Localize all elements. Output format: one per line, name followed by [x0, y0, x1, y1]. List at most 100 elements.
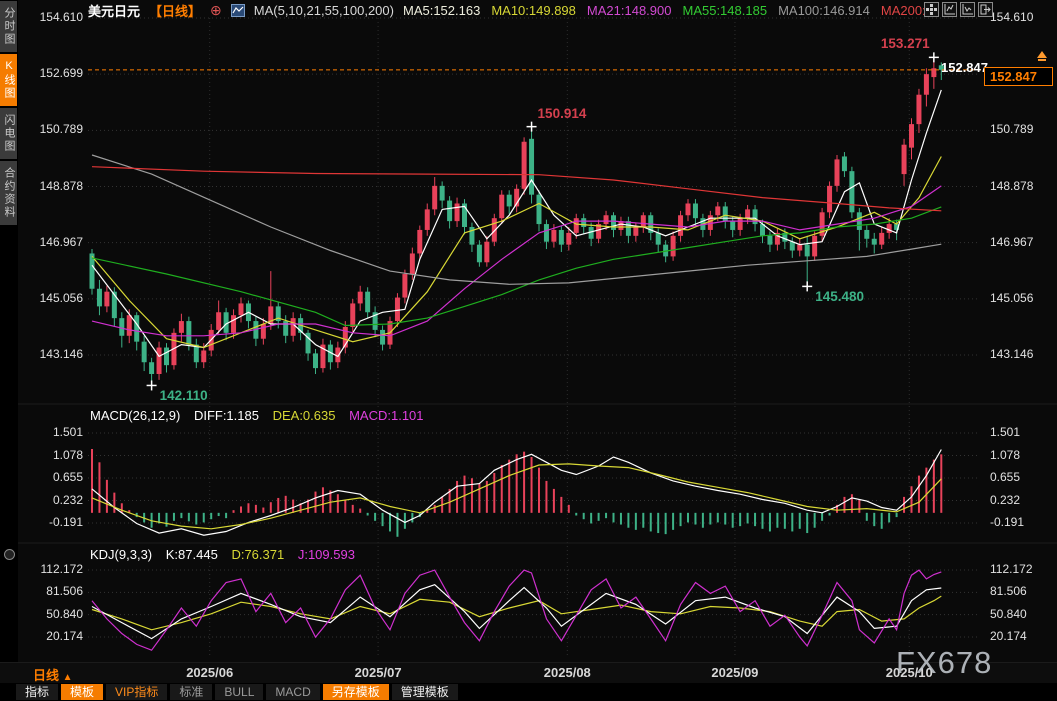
kdj-k-line — [92, 585, 941, 639]
price-axis-tick-left: 150.789 — [24, 122, 83, 136]
panel-settings-icon[interactable] — [4, 549, 15, 560]
sidebar-tab-闪电图[interactable]: 闪电图 — [0, 108, 17, 159]
sidebar-tab-K线图[interactable]: K线图 — [0, 54, 17, 106]
macd-panel-header: MACD(26,12,9) DIFF:1.185 DEA:0.635 MACD:… — [90, 408, 434, 423]
macd-axis-tick-left: 1.501 — [24, 425, 83, 439]
kdj-axis-tick-left: 50.840 — [24, 607, 83, 621]
macd-axis-tick-left: 1.078 — [24, 448, 83, 462]
macd-axis-tick-right: 1.078 — [990, 448, 1020, 462]
macd-layer — [91, 449, 942, 537]
price-axis-tick-right: 146.967 — [990, 235, 1033, 249]
price-annotation: 153.271 — [881, 36, 930, 51]
ma-header: MA(5,10,21,55,100,200) — [254, 3, 394, 18]
macd-dea-line — [92, 464, 941, 529]
topbar: 美元日元 【日线】 ⊕ MA(5,10,21,55,100,200) MA5:1… — [0, 0, 1057, 20]
period-dropdown-label: 日线 — [33, 668, 59, 683]
macd-axis-tick-right: 1.501 — [990, 425, 1020, 439]
ma-line-MA100 — [92, 155, 941, 284]
kdj-k-value: K:87.445 — [166, 547, 218, 562]
axis-zoom-in-icon[interactable] — [942, 2, 957, 17]
ma-legend-value: MA200: — [881, 3, 926, 18]
ma-line-MA5 — [92, 90, 941, 357]
chart-canvas[interactable] — [0, 0, 1057, 701]
period-selector[interactable]: 【日线】 — [149, 1, 201, 20]
axis-zoom-out-icon[interactable] — [960, 2, 975, 17]
price-axis-tick-right: 143.146 — [990, 347, 1033, 361]
macd-diff-line — [92, 450, 941, 536]
watermark: FX678 — [896, 645, 992, 681]
kdj-axis-tick-right: 50.840 — [990, 607, 1027, 621]
ma-legend-value: MA21:148.900 — [587, 3, 672, 18]
left-sidebar: 分时图 K线图闪电图合约资料 — [0, 0, 18, 662]
period-dropdown[interactable]: 日线 ▲ — [33, 665, 73, 684]
period-dropdown-arrow-icon: ▲ — [63, 672, 73, 683]
kdj-d-line — [92, 596, 941, 630]
gridlines — [88, 18, 978, 658]
ma-line-MA200 — [92, 167, 941, 211]
macd-macd-value: MACD:1.101 — [349, 408, 423, 423]
ma-line-MA21 — [92, 186, 941, 336]
kdj-layer — [92, 570, 941, 650]
toolbar-tab-标准[interactable]: 标准 — [170, 684, 212, 700]
toolbar-tab-VIP指标[interactable]: VIP指标 — [106, 684, 167, 700]
current-price-ghost-label: 152.847 — [941, 60, 988, 75]
ma-line-MA55 — [92, 207, 941, 326]
macd-axis-tick-left: -0.191 — [24, 515, 83, 529]
price-axis-tick-left: 145.056 — [24, 291, 83, 305]
macd-dea-value: DEA:0.635 — [273, 408, 336, 423]
date-label: 2025/08 — [527, 665, 607, 680]
price-annotation: 142.110 — [160, 388, 208, 403]
ma-legend-value: MA55:148.185 — [682, 3, 767, 18]
bottom-toolbar: 指标模板VIP指标标准BULLMACD另存模板管理模板 — [0, 683, 1057, 701]
macd-axis-tick-right: -0.191 — [990, 515, 1024, 529]
date-label: 2025/09 — [695, 665, 775, 680]
kdj-header-label: KDJ(9,3,3) — [90, 547, 152, 562]
ma-legend-value: MA100:146.914 — [778, 3, 870, 18]
add-indicator-icon[interactable]: ⊕ — [210, 3, 222, 17]
ma-legend: MA5:152.163 MA10:149.898 MA21:148.900 MA55:… — [403, 3, 926, 18]
macd-header-label: MACD(26,12,9) — [90, 408, 180, 423]
move-icon[interactable] — [924, 2, 939, 17]
kdj-axis-tick-right: 112.172 — [990, 562, 1033, 576]
ma-lines-layer — [92, 90, 941, 357]
trading-app: 美元日元 【日线】 ⊕ MA(5,10,21,55,100,200) MA5:1… — [0, 0, 1057, 701]
toolbar-tab-模板[interactable]: 模板 — [61, 684, 103, 700]
symbol-title: 美元日元 — [88, 1, 140, 20]
exit-fullscreen-icon[interactable] — [978, 2, 993, 17]
macd-axis-tick-left: 0.232 — [24, 493, 83, 507]
toolbar-tab-BULL[interactable]: BULL — [215, 684, 263, 700]
toolbar-tab-另存模板[interactable]: 另存模板 — [323, 684, 389, 700]
kdj-j-value: J:109.593 — [298, 547, 355, 562]
chart-type-icon[interactable] — [231, 4, 245, 17]
macd-diff-value: DIFF:1.185 — [194, 408, 259, 423]
toolbar-tab-管理模板[interactable]: 管理模板 — [392, 684, 458, 700]
price-axis-tick-left: 152.699 — [24, 66, 83, 80]
price-axis-tick-right: 145.056 — [990, 291, 1033, 305]
ma-line-MA10 — [92, 157, 941, 348]
macd-axis-tick-right: 0.232 — [990, 493, 1020, 507]
kdj-axis-tick-left: 81.506 — [24, 584, 83, 598]
kdj-j-line — [92, 570, 941, 650]
price-axis-tick-right: 150.789 — [990, 122, 1033, 136]
kdj-axis-tick-left: 112.172 — [24, 562, 83, 576]
price-annotation: 150.914 — [538, 106, 587, 121]
kdj-panel-header: KDJ(9,3,3) K:87.445 D:76.371 J:109.593 — [90, 547, 365, 562]
candles-layer — [90, 57, 944, 385]
kdj-axis-tick-left: 20.174 — [24, 629, 83, 643]
toolbar-tab-指标[interactable]: 指标 — [16, 684, 58, 700]
date-label: 2025/06 — [170, 665, 250, 680]
price-annotation: 145.480 — [815, 289, 864, 304]
kdj-d-value: D:76.371 — [231, 547, 284, 562]
macd-axis-tick-right: 0.655 — [990, 470, 1020, 484]
topbar-icons — [924, 2, 993, 17]
sidebar-tab-分时图[interactable]: 分时图 — [0, 1, 17, 52]
price-pin-icon[interactable] — [1035, 50, 1049, 69]
price-axis-tick-left: 148.878 — [24, 179, 83, 193]
kdj-axis-tick-right: 81.506 — [990, 584, 1027, 598]
ma-legend-value: MA5:152.163 — [403, 3, 480, 18]
sidebar-tab-合约资料[interactable]: 合约资料 — [0, 161, 17, 225]
price-axis-tick-left: 143.146 — [24, 347, 83, 361]
ma-legend-value: MA10:149.898 — [491, 3, 576, 18]
date-label: 2025/07 — [338, 665, 418, 680]
toolbar-tab-MACD[interactable]: MACD — [266, 684, 319, 700]
